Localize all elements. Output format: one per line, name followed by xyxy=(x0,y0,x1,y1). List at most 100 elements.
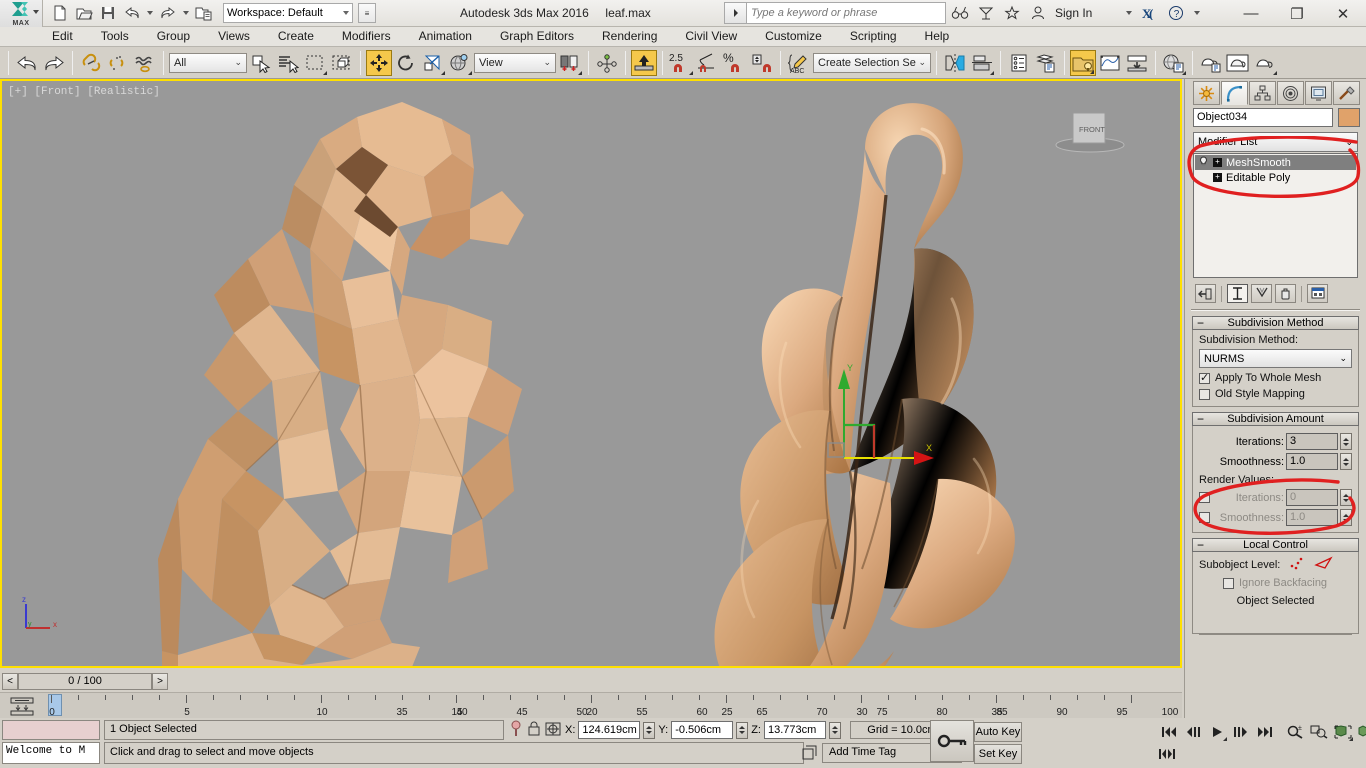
menu-item-animation[interactable]: Animation xyxy=(405,27,486,46)
maxscript-listener[interactable]: Welcome to M xyxy=(2,742,100,764)
view-cube[interactable]: FRONT xyxy=(1043,99,1138,159)
help-icon[interactable]: ? xyxy=(1166,3,1186,23)
select-and-move-button[interactable] xyxy=(366,49,392,76)
open-file-icon[interactable] xyxy=(73,2,95,24)
unlink-selection-button[interactable] xyxy=(105,50,131,76)
rollout-header-subdivision-method[interactable]: − Subdivision Method xyxy=(1192,316,1359,330)
apply-to-whole-mesh-row[interactable]: Apply To Whole Mesh xyxy=(1199,371,1352,384)
sign-in-label[interactable]: Sign In xyxy=(1055,6,1092,20)
redo-dropdown-icon[interactable] xyxy=(183,11,189,15)
menu-item-group[interactable]: Group xyxy=(143,27,204,46)
key-mode-toggle-icon[interactable] xyxy=(1156,744,1178,764)
sign-in-dropdown-icon[interactable] xyxy=(1126,11,1133,15)
show-end-result-button[interactable] xyxy=(1227,284,1248,303)
new-file-icon[interactable] xyxy=(49,2,71,24)
object-color-swatch[interactable] xyxy=(1338,108,1360,127)
search-input[interactable]: Type a keyword or phrase xyxy=(746,2,946,24)
spinner-snap-button[interactable] xyxy=(749,50,775,76)
search-expand-icon[interactable] xyxy=(724,2,746,24)
zoom-extents-all-selected-icon[interactable] xyxy=(1356,722,1366,742)
save-file-icon[interactable] xyxy=(97,2,119,24)
select-by-name-button[interactable] xyxy=(275,50,301,76)
render-setup-button[interactable] xyxy=(1097,50,1123,76)
menu-item-edit[interactable]: Edit xyxy=(38,27,87,46)
undo-dropdown-icon[interactable] xyxy=(147,11,153,15)
menu-item-civil-view[interactable]: Civil View xyxy=(671,27,751,46)
lightbulb-icon[interactable] xyxy=(1198,155,1209,170)
next-frame-button[interactable]: > xyxy=(152,672,168,690)
set-key-mode-key-icon[interactable] xyxy=(930,720,974,762)
rendered-frame-window-button[interactable] xyxy=(1124,50,1150,76)
isolate-selection-icon[interactable] xyxy=(508,719,524,742)
select-and-link-button[interactable] xyxy=(78,50,104,76)
favorites-star-icon[interactable] xyxy=(1002,3,1022,23)
absolute-relative-mode-icon[interactable] xyxy=(544,719,562,742)
close-button[interactable]: ✕ xyxy=(1320,0,1366,27)
mirror-button[interactable] xyxy=(942,50,968,76)
z-coord-field[interactable]: 13.773cm xyxy=(763,721,826,739)
render-activeshade-button[interactable] xyxy=(1225,50,1251,76)
apply-to-whole-mesh-checkbox[interactable] xyxy=(1199,371,1210,384)
named-selection-set-combo[interactable]: Create Selection Se ⌄ xyxy=(813,52,931,73)
workspace-more-button[interactable]: ≡ xyxy=(358,3,376,23)
smoothness-field[interactable]: 1.0 xyxy=(1286,453,1338,470)
next-frame-icon[interactable] xyxy=(1230,722,1252,742)
rollout-header-local-control[interactable]: − Local Control xyxy=(1192,538,1359,552)
select-and-scale-button[interactable] xyxy=(420,50,446,76)
render-quick-button[interactable] xyxy=(1252,50,1278,76)
collapse-minus-icon[interactable]: − xyxy=(1197,412,1204,426)
project-folder-icon[interactable] xyxy=(193,2,215,24)
rectangular-selection-region-button[interactable] xyxy=(302,50,328,76)
menu-item-help[interactable]: Help xyxy=(911,27,964,46)
reference-coord-combo[interactable]: View ⌄ xyxy=(474,52,556,73)
go-to-start-icon[interactable] xyxy=(1158,722,1180,742)
old-style-mapping-row[interactable]: Old Style Mapping xyxy=(1199,388,1352,400)
menu-item-modifiers[interactable]: Modifiers xyxy=(328,27,405,46)
iterations-field[interactable]: 3 xyxy=(1286,433,1338,450)
menu-item-tools[interactable]: Tools xyxy=(87,27,143,46)
x-coord-spinner[interactable] xyxy=(643,721,656,739)
render-production-button[interactable] xyxy=(1161,50,1187,76)
render-smoothness-checkbox[interactable] xyxy=(1199,512,1210,523)
window-crossing-toggle-button[interactable] xyxy=(329,50,355,76)
tab-hierarchy[interactable] xyxy=(1249,81,1276,105)
menu-item-create[interactable]: Create xyxy=(264,27,328,46)
play-animation-icon[interactable] xyxy=(1206,722,1228,742)
menu-item-customize[interactable]: Customize xyxy=(751,27,836,46)
menu-item-scripting[interactable]: Scripting xyxy=(836,27,911,46)
configure-modifier-sets-button[interactable] xyxy=(1307,284,1328,303)
tab-motion[interactable] xyxy=(1277,81,1304,105)
tab-utilities[interactable] xyxy=(1333,81,1360,105)
workspace-selector[interactable]: Workspace: Default xyxy=(223,3,353,23)
undo-icon[interactable] xyxy=(121,2,143,24)
maximize-button[interactable]: ❐ xyxy=(1274,0,1320,27)
prev-frame-button[interactable]: < xyxy=(2,672,18,690)
snap-2-5-button[interactable]: 2.5 xyxy=(668,50,694,76)
selection-filter-combo[interactable]: All ⌄ xyxy=(169,52,247,73)
help-dropdown-icon[interactable] xyxy=(1194,11,1201,15)
use-pivot-point-center-button[interactable] xyxy=(557,50,583,76)
render-smoothness-field[interactable]: 1.0 xyxy=(1286,509,1338,526)
undo-button[interactable] xyxy=(14,50,40,76)
remove-modifier-button[interactable] xyxy=(1275,284,1296,303)
expand-plus-icon[interactable]: + xyxy=(1213,173,1222,182)
y-coord-field[interactable]: -0.506cm xyxy=(671,721,734,739)
chevron-down-icon[interactable] xyxy=(33,9,39,14)
tab-create[interactable] xyxy=(1193,81,1220,105)
subdivision-method-dropdown[interactable]: NURMS ⌄ xyxy=(1199,349,1352,368)
render-iterations-spinner[interactable] xyxy=(1340,489,1352,506)
vertex-subobject-icon[interactable] xyxy=(1288,556,1306,573)
render-iterations-field[interactable]: 0 xyxy=(1286,489,1338,506)
time-tag-icon[interactable] xyxy=(798,743,820,763)
bind-to-space-warp-button[interactable] xyxy=(132,50,158,76)
layer-manager-button[interactable] xyxy=(1006,50,1032,76)
render-smoothness-spinner[interactable] xyxy=(1340,509,1352,526)
zoom-time-icon[interactable]: ± xyxy=(1284,722,1306,742)
lock-selection-icon[interactable] xyxy=(527,719,541,742)
go-to-end-icon[interactable] xyxy=(1254,722,1276,742)
select-and-manipulate-button[interactable] xyxy=(594,50,620,76)
zoom-extents-icon[interactable] xyxy=(1308,722,1330,742)
select-and-rotate-button[interactable] xyxy=(393,50,419,76)
minimize-button[interactable]: — xyxy=(1228,0,1274,27)
iterations-spinner[interactable] xyxy=(1340,433,1352,450)
